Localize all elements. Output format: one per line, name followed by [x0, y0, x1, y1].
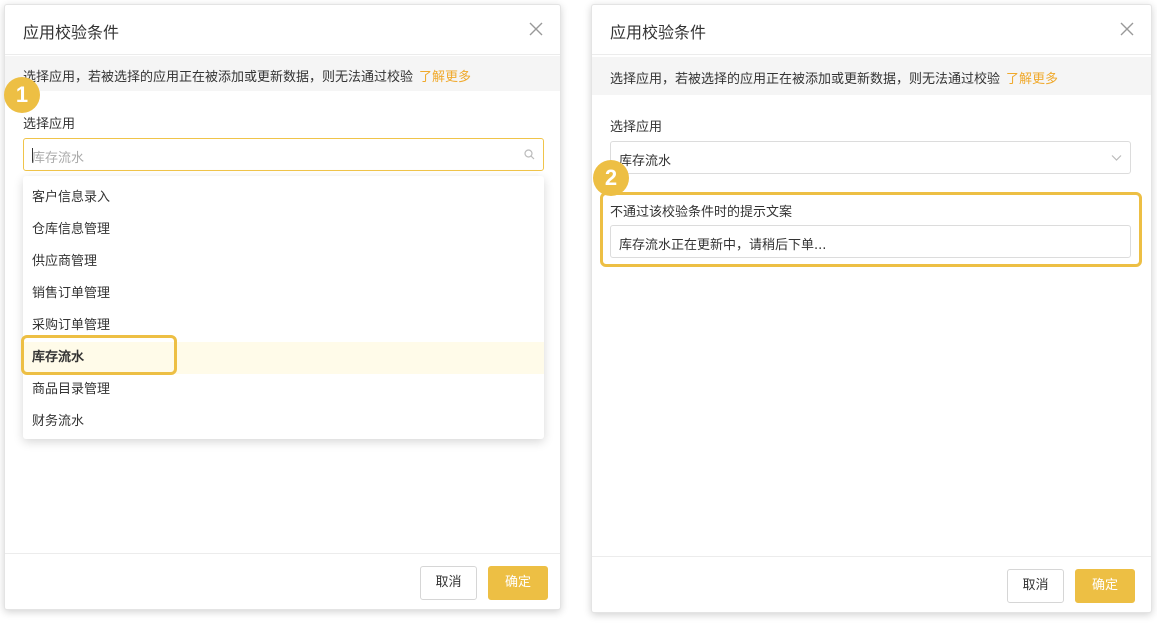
app-select-value: 库存流水 — [619, 154, 672, 169]
close-icon[interactable] — [528, 21, 544, 37]
dialog-title: 应用校验条件 — [23, 23, 120, 42]
select-app-label: 选择应用 — [610, 120, 663, 135]
cancel-button[interactable]: 取消 — [1007, 569, 1064, 603]
dialog-footer: 取消 确定 — [5, 553, 560, 609]
dropdown-item[interactable]: 仓库信息管理 — [23, 214, 544, 246]
message-label: 不通过该校验条件时的提示文案 — [610, 205, 793, 220]
step-badge-2: 2 — [593, 160, 629, 196]
app-validation-dialog-left: 应用校验条件 选择应用，若被选择的应用正在被添加或更新数据，则无法通过校验 了解更… — [4, 4, 561, 610]
learn-more-link[interactable]: 了解更多 — [1006, 72, 1058, 87]
dropdown-item[interactable]: 供应商管理 — [23, 246, 544, 278]
notice-bar: 选择应用，若被选择的应用正在被添加或更新数据，则无法通过校验 了解更多 — [592, 57, 1151, 95]
cancel-button[interactable]: 取消 — [420, 566, 477, 600]
search-input-value: 库存流水 — [32, 151, 85, 166]
select-app-label: 选择应用 — [23, 117, 76, 132]
search-icon — [524, 149, 535, 164]
step-badge-1: 1 — [4, 77, 40, 113]
app-select[interactable]: 库存流水 — [610, 141, 1131, 174]
dialog-title: 应用校验条件 — [610, 23, 707, 42]
notice-bar: 选择应用，若被选择的应用正在被添加或更新数据，则无法通过校验 了解更多 — [5, 56, 560, 91]
dialog-header: 应用校验条件 — [592, 5, 1151, 55]
message-input-value: 库存流水正在更新中，请稍后下单... — [619, 238, 827, 253]
learn-more-link[interactable]: 了解更多 — [419, 70, 471, 85]
notice-text: 选择应用，若被选择的应用正在被添加或更新数据，则无法通过校验 — [610, 72, 1001, 87]
notice-text: 选择应用，若被选择的应用正在被添加或更新数据，则无法通过校验 — [23, 70, 414, 85]
message-input[interactable]: 库存流水正在更新中，请稍后下单... — [610, 225, 1131, 258]
dropdown-item[interactable]: 商品目录管理 — [23, 374, 544, 406]
confirm-button[interactable]: 确定 — [488, 566, 548, 600]
dropdown-item[interactable]: 采购订单管理 — [23, 310, 544, 342]
close-icon[interactable] — [1119, 21, 1135, 37]
dropdown-item-selected[interactable]: 库存流水 — [23, 342, 544, 374]
dropdown-item[interactable]: 财务流水 — [23, 406, 544, 438]
app-validation-dialog-right: 应用校验条件 选择应用，若被选择的应用正在被添加或更新数据，则无法通过校验 了解更… — [591, 4, 1152, 613]
dialog-footer: 取消 确定 — [592, 556, 1151, 612]
dropdown-item[interactable]: 客户信息录入 — [23, 182, 544, 214]
confirm-button[interactable]: 确定 — [1075, 569, 1135, 603]
chevron-down-icon — [1111, 152, 1122, 167]
dialog-header: 应用校验条件 — [5, 5, 560, 55]
app-search-input[interactable]: 库存流水 — [23, 138, 544, 171]
dropdown-item[interactable]: 销售订单管理 — [23, 278, 544, 310]
app-dropdown-list: 客户信息录入 仓库信息管理 供应商管理 销售订单管理 采购订单管理 库存流水 商… — [23, 176, 544, 439]
